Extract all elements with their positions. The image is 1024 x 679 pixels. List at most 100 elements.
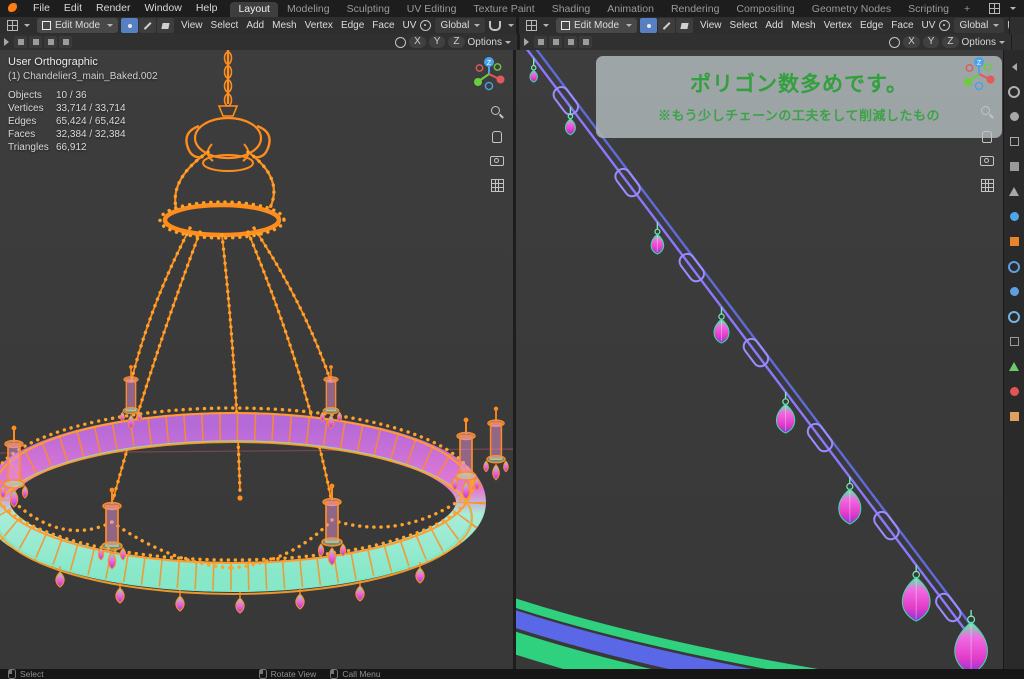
menu-mesh[interactable]: Mesh [268,20,300,31]
props-tool-settings [1012,34,1024,50]
expand-panel-icon[interactable] [1008,60,1021,73]
orientation-select[interactable]: Global [954,18,1005,33]
menu-select[interactable]: Select [726,20,762,31]
navigation-gizmo[interactable]: Z [471,56,507,97]
physics-tab-icon[interactable] [1008,310,1021,323]
transform-pivot-icon[interactable] [420,20,432,31]
viewport-3d-right[interactable]: ポリゴン数多めです。 ※もう少しチェーンの工夫をして削減したもの Z [516,50,1003,669]
face-select-button[interactable] [157,18,175,33]
menu-vertex[interactable]: Vertex [301,20,337,31]
edge-select-button[interactable] [139,18,157,33]
menu-edit[interactable]: Edit [57,0,89,17]
tab-compositing[interactable]: Compositing [728,2,802,17]
tab-texture-paint[interactable]: Texture Paint [465,2,542,17]
editor-type-button[interactable] [3,18,34,33]
object-tab-icon[interactable] [1008,235,1021,248]
tab-animation[interactable]: Animation [599,2,662,17]
menu-render[interactable]: Render [89,0,137,17]
tab-sculpting[interactable]: Sculpting [339,2,398,17]
world-tab-icon[interactable] [1008,210,1021,223]
vertex-select-button[interactable] [640,18,658,33]
view-layer-tab-icon[interactable] [1008,160,1021,173]
mask-mode-icon[interactable] [564,36,577,48]
viewport-3d-left[interactable]: User Orthographic (1) Chandelier3_main_B… [0,50,516,669]
options-dropdown[interactable]: Options [962,37,1005,48]
note-title: ポリゴン数多めです。 [690,73,908,96]
camera-view-icon[interactable] [980,156,994,166]
camera-view-icon[interactable] [490,156,504,166]
output-tab-icon[interactable] [1008,135,1021,148]
edge-select-button[interactable] [658,18,676,33]
zoom-icon[interactable] [981,106,993,118]
options-dropdown[interactable]: Options [468,37,511,48]
render-tab-icon[interactable] [1008,110,1021,123]
navigation-gizmo[interactable]: Z [961,56,997,97]
menu-uv[interactable]: UV [399,20,421,31]
add-workspace-button[interactable]: + [958,2,976,17]
mode-select[interactable]: Edit Mode [37,18,119,33]
chevron-down-icon[interactable] [508,24,515,27]
tool-tab-icon[interactable] [1008,85,1021,98]
mirror-x-toggle[interactable]: X [409,36,426,48]
menu-select[interactable]: Select [207,20,243,31]
zoom-icon[interactable] [491,106,503,118]
menu-add[interactable]: Add [242,20,268,31]
menu-add[interactable]: Add [761,20,787,31]
constraints-tab-icon[interactable] [1008,335,1021,348]
menu-uv[interactable]: UV [918,20,940,31]
pan-hand-icon[interactable] [982,131,992,143]
tab-shading[interactable]: Shading [544,2,599,17]
mode-select[interactable]: Edit Mode [556,18,638,33]
toolbar-toggle-icon[interactable] [4,38,9,46]
menu-file[interactable]: File [26,0,57,17]
tweak-tool-icon[interactable] [29,36,42,48]
menu-mesh[interactable]: Mesh [787,20,819,31]
tab-layout[interactable]: Layout [230,2,278,17]
mirror-y-toggle[interactable]: Y [922,36,940,48]
scene-tab-icon[interactable] [1008,185,1021,198]
vertex-select-button[interactable] [121,18,139,33]
editor-type-button[interactable] [522,18,553,33]
transform-pivot-icon[interactable] [939,20,951,31]
blender-logo-icon[interactable] [8,3,19,14]
scene-icon[interactable] [989,3,1000,14]
menu-face[interactable]: Face [368,20,398,31]
chevron-down-icon[interactable] [1010,7,1016,10]
material-tab-icon[interactable] [1008,385,1021,398]
orientation-select[interactable]: Global [435,18,486,33]
mirror-x-toggle[interactable]: X [903,36,920,48]
mask-mode-icon[interactable] [44,36,57,48]
menu-vertex[interactable]: Vertex [820,20,856,31]
menu-edge[interactable]: Edge [337,20,368,31]
snap-magnet-icon[interactable] [489,20,502,31]
face-select-button[interactable] [676,18,694,33]
toggle-perspective-icon[interactable] [490,179,504,192]
tab-uv-editing[interactable]: UV Editing [399,2,465,17]
pan-hand-icon[interactable] [492,131,502,143]
modifiers-tab-icon[interactable] [1008,260,1021,273]
overlay-mode-icon[interactable] [579,36,592,48]
menu-view[interactable]: View [177,20,207,31]
tab-scripting[interactable]: Scripting [900,2,957,17]
overlay-mode-icon[interactable] [59,36,72,48]
mirror-z-toggle[interactable]: Z [942,36,959,48]
tab-modeling[interactable]: Modeling [279,2,338,17]
mirror-y-toggle[interactable]: Y [428,36,446,48]
toggle-perspective-icon[interactable] [980,179,994,192]
menu-window[interactable]: Window [137,0,188,17]
select-box-tool-icon[interactable] [14,36,27,48]
menu-view[interactable]: View [696,20,726,31]
particles-tab-icon[interactable] [1008,285,1021,298]
menu-face[interactable]: Face [887,20,917,31]
tweak-tool-icon[interactable] [549,36,562,48]
object-data-tab-icon[interactable] [1008,360,1021,373]
tab-geometry-nodes[interactable]: Geometry Nodes [804,2,899,17]
toolbar-toggle-icon[interactable] [524,38,529,46]
menu-edge[interactable]: Edge [856,20,887,31]
vertex-select-icon [127,23,132,28]
tab-rendering[interactable]: Rendering [663,2,727,17]
mirror-z-toggle[interactable]: Z [448,36,465,48]
select-box-tool-icon[interactable] [534,36,547,48]
texture-tab-icon[interactable] [1008,410,1021,423]
menu-help[interactable]: Help [189,0,225,17]
